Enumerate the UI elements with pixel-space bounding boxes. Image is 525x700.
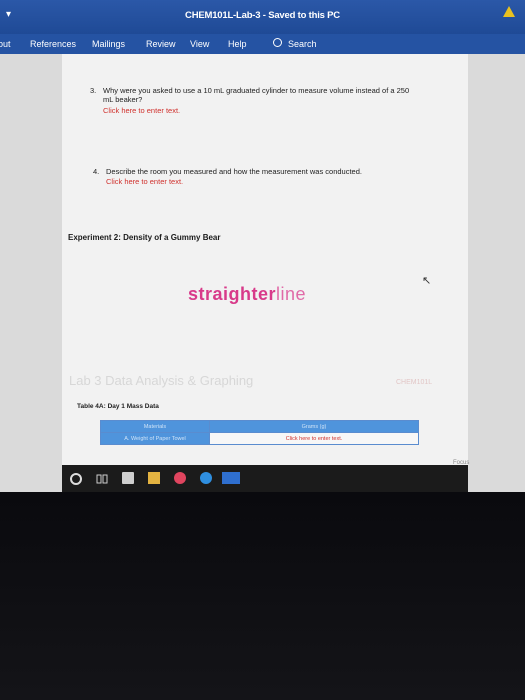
- search-icon[interactable]: [273, 38, 282, 47]
- laptop-screen: ▾ CHEM101L-Lab-3 - Saved to this PC out …: [0, 0, 525, 492]
- laptop-keyboard-area: [0, 492, 525, 700]
- logo-part-1: straighter: [188, 284, 277, 304]
- question-3-text: Why were you asked to use a 10 mL gradua…: [103, 86, 409, 104]
- question-3-number: 3.: [90, 86, 97, 95]
- title-bar: ▾ CHEM101L-Lab-3 - Saved to this PC: [0, 0, 525, 34]
- logo-part-2: line: [276, 284, 307, 304]
- question-4-answer-field[interactable]: Click here to enter text.: [106, 177, 183, 186]
- table-header-row: Materials Grams (g): [100, 420, 419, 433]
- tab-mailings[interactable]: Mailings: [92, 39, 125, 49]
- mouse-cursor-icon: ↖: [422, 275, 432, 287]
- table-header-materials: Materials: [100, 420, 210, 433]
- edge-icon[interactable]: [200, 472, 212, 484]
- task-view-icon[interactable]: [96, 472, 108, 484]
- document-background-left: [0, 54, 62, 492]
- word-icon[interactable]: [222, 472, 240, 484]
- document-background-right: [468, 54, 525, 492]
- table-row: A. Weight of Paper Towel Click here to e…: [100, 432, 419, 445]
- tab-references[interactable]: References: [30, 39, 76, 49]
- search-icon[interactable]: [70, 473, 82, 485]
- lab-banner: Lab 3 Data Analysis & Graphing: [69, 373, 254, 388]
- taskbar: [62, 465, 468, 492]
- question-3-answer-field[interactable]: Click here to enter text.: [103, 106, 180, 115]
- table-row-label: A. Weight of Paper Towel: [100, 432, 210, 445]
- mass-data-table: Materials Grams (g) A. Weight of Paper T…: [100, 420, 419, 445]
- warning-icon[interactable]: [503, 6, 515, 17]
- table-header-grams: Grams (g): [209, 420, 419, 433]
- app-icon[interactable]: [174, 472, 186, 484]
- search-box[interactable]: Search: [288, 39, 317, 49]
- document-page[interactable]: 3. Why were you asked to use a 10 mL gra…: [62, 54, 469, 492]
- question-4-number: 4.: [93, 167, 100, 176]
- question-3-line-2: mL beaker?: [103, 95, 143, 104]
- experiment-2-heading: Experiment 2: Density of a Gummy Bear: [68, 233, 221, 242]
- store-icon[interactable]: [122, 472, 134, 484]
- straighterline-logo: straighterline: [188, 284, 306, 305]
- tab-review[interactable]: Review: [146, 39, 176, 49]
- tab-view[interactable]: View: [190, 39, 209, 49]
- course-code: CHEM101L: [396, 379, 433, 386]
- tab-layout-partial[interactable]: out: [0, 39, 11, 49]
- tab-help[interactable]: Help: [228, 39, 247, 49]
- question-4-text: Describe the room you measured and how t…: [106, 167, 362, 176]
- window-title: CHEM101L-Lab-3 - Saved to this PC: [185, 10, 340, 21]
- folder-icon[interactable]: [148, 472, 160, 484]
- ribbon-tabs: out References Mailings Review View Help…: [0, 34, 525, 54]
- table-caption: Table 4A: Day 1 Mass Data: [77, 403, 159, 410]
- table-cell-value-field[interactable]: Click here to enter text.: [209, 432, 419, 445]
- question-3-line-1: Why were you asked to use a 10 mL gradua…: [103, 86, 410, 95]
